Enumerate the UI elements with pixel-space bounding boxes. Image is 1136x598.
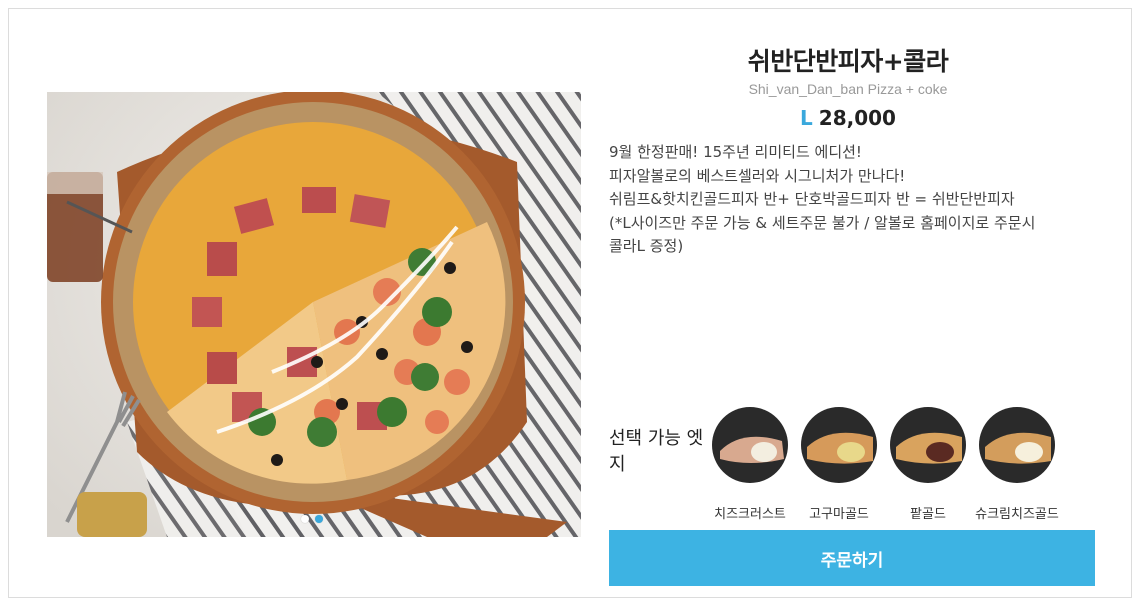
description-line: 9월 한정판매! 15주년 리미티드 에디션! — [609, 143, 862, 161]
pizza-photo — [47, 92, 581, 537]
description-line: (*L사이즈만 주문 가능 & 세트주문 불가 / 알볼로 홈페이지로 주문시 — [609, 213, 1036, 232]
carousel-dot-2[interactable] — [315, 515, 323, 523]
product-title: 쉬반단반피자+콜라 — [747, 47, 949, 76]
cheese-crust-thumb-icon — [712, 407, 788, 483]
carousel-dots — [301, 515, 323, 523]
edge-option-cheese-crust[interactable]: 치즈크러스트 — [700, 407, 800, 522]
edge-option-red-bean-gold[interactable]: 팥골드 — [878, 407, 978, 522]
edge-section-label: 선택 가능 엣지 — [609, 428, 704, 475]
edge-option-cream-cheese-gold[interactable]: 슈크림치즈골드 — [967, 407, 1067, 522]
description-line: 피자알볼로의 베스트셀러와 시그니처가 만나다! — [609, 166, 906, 185]
product-price: L 28,000 — [600, 106, 1096, 130]
edge-option-name: 고구마골드 — [809, 507, 869, 522]
product-image-carousel[interactable] — [47, 92, 581, 537]
edge-option-sweet-potato-gold[interactable]: 고구마골드 — [789, 407, 889, 522]
red-bean-gold-thumb-icon — [890, 407, 966, 483]
edge-option-name: 슈크림치즈골드 — [975, 507, 1059, 522]
edge-option-name: 치즈크러스트 — [714, 507, 786, 522]
price-size: L — [800, 106, 813, 130]
carousel-dot-1[interactable] — [301, 515, 309, 523]
description-line: 콜라L 증정) — [609, 237, 684, 255]
edge-option-name: 팥골드 — [910, 507, 946, 522]
description-line: 쉬림프&핫치킨골드피자 반+ 단호박골드피자 반 = 쉬반단반피자 — [609, 190, 1015, 208]
cream-cheese-gold-thumb-icon — [979, 407, 1055, 483]
edge-option-list: 치즈크러스트 고구마골드 팥골드 슈크림치즈골드 — [700, 407, 1080, 527]
price-value: 28,000 — [818, 106, 896, 130]
order-button[interactable]: 주문하기 — [609, 530, 1095, 586]
product-subtitle: Shi_van_Dan_ban Pizza + coke — [748, 81, 948, 97]
sweet-potato-gold-thumb-icon — [801, 407, 877, 483]
product-description: 9월 한정판매! 15주년 리미티드 에디션! 피자알볼로의 베스트셀러와 시그… — [609, 141, 1095, 259]
